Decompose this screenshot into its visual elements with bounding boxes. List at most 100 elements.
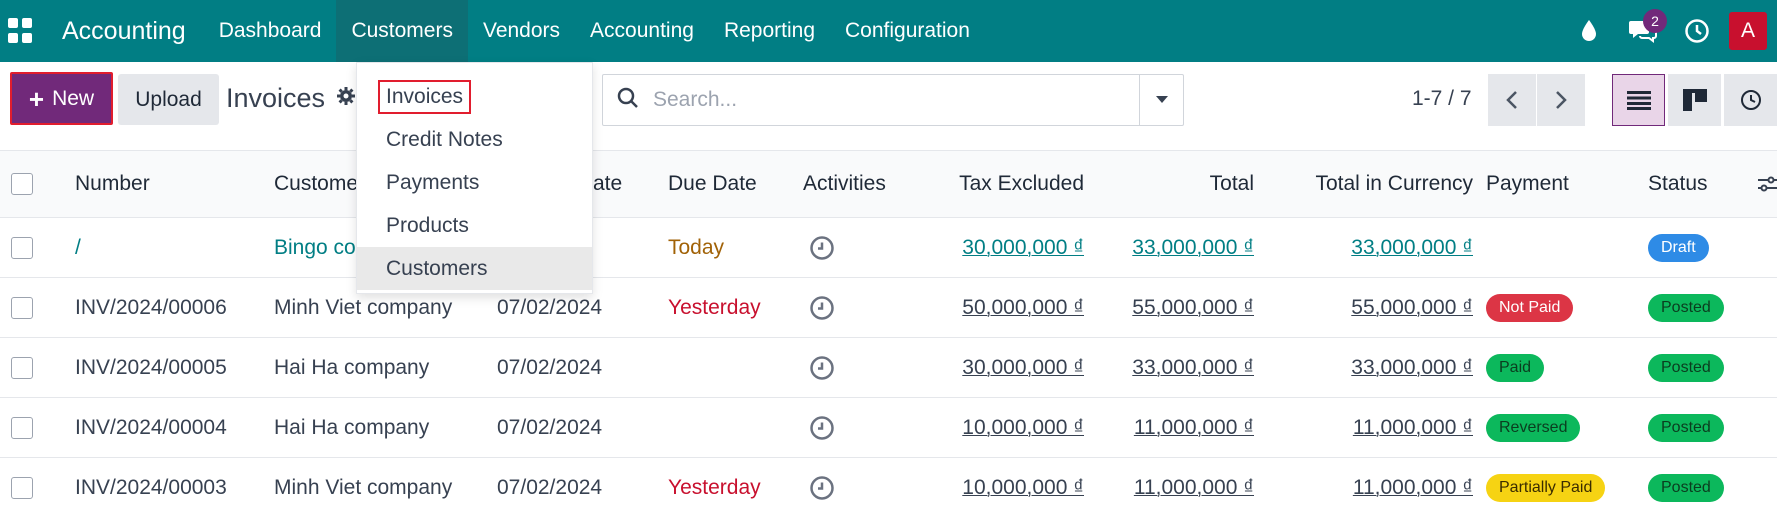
- cell-tax-excluded: 30,000,000 ₫: [962, 235, 1084, 259]
- cell-tax-excluded: 50,000,000 ₫: [962, 295, 1084, 319]
- column-payment[interactable]: Payment: [1486, 151, 1569, 217]
- cell-customer: Hai Ha company: [274, 355, 430, 379]
- menu-reporting[interactable]: Reporting: [709, 0, 830, 62]
- top-navbar: Accounting Dashboard Customers Vendors A…: [0, 0, 1777, 62]
- cell-number: INV/2024/00005: [75, 355, 227, 379]
- optional-columns-icon[interactable]: [1758, 151, 1777, 217]
- cell-number: /: [75, 235, 81, 259]
- table-header: Number Custome ate Due Date Activities T…: [0, 150, 1777, 218]
- activity-clock-icon[interactable]: [809, 278, 835, 337]
- cell-tax-excluded: 10,000,000 ₫: [962, 475, 1084, 499]
- messages-icon[interactable]: 2: [1623, 9, 1667, 51]
- status-badge: Posted: [1648, 293, 1724, 322]
- customers-dropdown-menu: Invoices Credit Notes Payments Products …: [356, 62, 593, 294]
- cell-total: 33,000,000 ₫: [1132, 355, 1254, 379]
- cell-total-in-currency: 55,000,000 ₫: [1351, 295, 1473, 319]
- table-row[interactable]: INV/2024/00003 Minh Viet company 07/02/2…: [0, 458, 1777, 517]
- row-checkbox[interactable]: [11, 218, 33, 277]
- cell-date: 07/02/2024: [497, 415, 603, 439]
- cell-total: 11,000,000 ₫: [1133, 475, 1254, 499]
- status-badge: Posted: [1648, 473, 1724, 502]
- search-options-toggle[interactable]: [1139, 75, 1183, 125]
- cell-due-date: Today: [668, 235, 725, 259]
- kanban-view-button[interactable]: [1668, 74, 1721, 126]
- table-row[interactable]: INV/2024/00004 Hai Ha company 07/02/2024…: [0, 398, 1777, 458]
- activity-view-button[interactable]: [1724, 74, 1777, 126]
- column-tax-excluded[interactable]: Tax Excluded: [900, 151, 1084, 217]
- column-date[interactable]: ate: [593, 151, 622, 217]
- dropdown-item-products[interactable]: Products: [357, 204, 592, 247]
- gear-icon[interactable]: [336, 86, 356, 111]
- row-checkbox[interactable]: [11, 458, 33, 517]
- cell-tax-excluded: 10,000,000 ₫: [962, 415, 1084, 439]
- column-number[interactable]: Number: [75, 151, 150, 217]
- search-input[interactable]: [653, 88, 1093, 112]
- dropdown-item-customers[interactable]: Customers: [357, 247, 592, 290]
- dropdown-item-credit-notes[interactable]: Credit Notes: [357, 118, 592, 161]
- cell-number: INV/2024/00003: [75, 475, 227, 499]
- cell-total: 55,000,000 ₫: [1132, 295, 1254, 319]
- cell-number: INV/2024/00006: [75, 295, 227, 319]
- column-due-date[interactable]: Due Date: [668, 151, 757, 217]
- drop-icon[interactable]: [1569, 11, 1609, 51]
- new-button[interactable]: + New: [10, 72, 113, 125]
- column-activities[interactable]: Activities: [803, 151, 886, 217]
- column-customer[interactable]: Custome: [274, 151, 358, 217]
- cell-number: INV/2024/00004: [75, 415, 227, 439]
- table-row[interactable]: INV/2024/00005 Hai Ha company 07/02/2024…: [0, 338, 1777, 398]
- plus-icon: +: [28, 83, 45, 114]
- menu-dashboard[interactable]: Dashboard: [204, 0, 337, 62]
- pager-next-button[interactable]: [1537, 74, 1585, 126]
- status-badge: Posted: [1648, 353, 1724, 382]
- activity-clock-icon[interactable]: [809, 338, 835, 397]
- chevron-left-icon: [1506, 91, 1517, 109]
- dropdown-item-invoices[interactable]: Invoices: [357, 75, 592, 118]
- pager-previous-button[interactable]: [1488, 74, 1536, 126]
- new-button-label: New: [52, 86, 95, 110]
- user-avatar[interactable]: A: [1729, 12, 1767, 50]
- select-all-checkbox[interactable]: [11, 151, 33, 217]
- menu-configuration[interactable]: Configuration: [830, 0, 985, 62]
- cell-total: 11,000,000 ₫: [1133, 415, 1254, 439]
- cell-due-date: Yesterday: [668, 295, 761, 319]
- activity-clock-icon[interactable]: [1677, 11, 1717, 51]
- clock-icon: [1740, 90, 1761, 110]
- activity-clock-icon[interactable]: [809, 458, 835, 517]
- cell-customer: Minh Viet company: [274, 475, 453, 499]
- cell-total: 33,000,000 ₫: [1132, 235, 1254, 259]
- apps-menu-icon[interactable]: [8, 18, 34, 44]
- dropdown-item-invoices-label: Invoices: [378, 79, 472, 114]
- column-status[interactable]: Status: [1648, 151, 1708, 217]
- messages-badge: 2: [1643, 9, 1667, 33]
- cell-total-in-currency: 11,000,000 ₫: [1352, 475, 1473, 499]
- column-total[interactable]: Total: [1100, 151, 1254, 217]
- cell-customer: Bingo co: [274, 235, 356, 259]
- cell-tax-excluded: 30,000,000 ₫: [962, 355, 1084, 379]
- payment-badge: Paid: [1486, 353, 1545, 382]
- activity-clock-icon[interactable]: [809, 398, 835, 457]
- list-view-button[interactable]: [1612, 74, 1665, 126]
- upload-button[interactable]: Upload: [118, 74, 219, 125]
- row-checkbox[interactable]: [11, 338, 33, 397]
- row-checkbox[interactable]: [11, 278, 33, 337]
- app-title[interactable]: Accounting: [62, 17, 186, 46]
- menu-accounting[interactable]: Accounting: [575, 0, 709, 62]
- status-badge: Draft: [1648, 233, 1709, 262]
- cell-date: 07/02/2024: [497, 475, 603, 499]
- table-row[interactable]: INV/2024/00006 Minh Viet company 07/02/2…: [0, 278, 1777, 338]
- cell-due-date: Yesterday: [668, 475, 761, 499]
- cell-date: 07/02/2024: [497, 355, 603, 379]
- row-checkbox[interactable]: [11, 398, 33, 457]
- activity-clock-icon[interactable]: [809, 218, 835, 277]
- table-row[interactable]: / Bingo co Today 30,000,000 ₫ 33,000,000…: [0, 218, 1777, 278]
- menu-customers[interactable]: Customers: [336, 0, 468, 62]
- menu-vendors[interactable]: Vendors: [468, 0, 575, 62]
- page-title: Invoices: [226, 83, 326, 113]
- dropdown-item-payments[interactable]: Payments: [357, 161, 592, 204]
- column-total-in-currency[interactable]: Total in Currency: [1270, 151, 1473, 217]
- search-icon: [617, 87, 639, 114]
- pager-value[interactable]: 1-7 / 7: [1412, 87, 1472, 111]
- status-badge: Posted: [1648, 413, 1724, 442]
- cell-total-in-currency: 33,000,000 ₫: [1351, 355, 1473, 379]
- payment-badge: Partially Paid: [1486, 473, 1606, 502]
